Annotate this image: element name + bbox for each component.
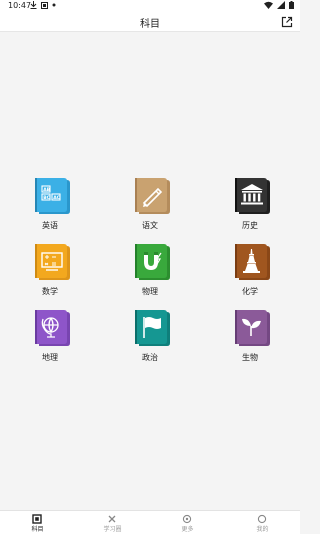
share-icon (281, 16, 293, 28)
subject-biology[interactable]: 生物 (220, 308, 280, 374)
download-icon (30, 1, 37, 9)
physics-book-icon (135, 244, 170, 280)
tab-label: 学习圈 (103, 526, 122, 533)
subject-label: 历史 (242, 221, 258, 230)
tab-label: 我的 (256, 526, 269, 533)
chemistry-book-icon (235, 244, 270, 280)
grid-icon (32, 514, 42, 524)
bottom-tab-bar: 科目 学习圈 更多 我的 (0, 510, 300, 534)
subject-grid: AB BC AC 英语 语文 历史 数学 物理 化学 地理 政治 生物 (0, 32, 300, 510)
tab-subjects[interactable]: 科目 (0, 511, 75, 534)
subject-english[interactable]: AB BC AC 英语 (20, 176, 80, 242)
svg-text:AB: AB (43, 187, 50, 193)
subject-label: 英语 (42, 221, 58, 230)
geography-book-icon (35, 310, 70, 346)
tab-more[interactable]: 更多 (150, 511, 225, 534)
subject-history[interactable]: 历史 (220, 176, 280, 242)
tab-mine[interactable]: 我的 (225, 511, 300, 534)
subject-physics[interactable]: 物理 (120, 242, 180, 308)
subject-label: 语文 (142, 221, 158, 230)
chinese-book-icon (135, 178, 170, 214)
tab-label: 更多 (181, 526, 194, 533)
politics-book-icon (135, 310, 170, 346)
subject-geography[interactable]: 地理 (20, 308, 80, 374)
more-icon (182, 514, 192, 524)
biology-book-icon (235, 310, 270, 346)
subject-chemistry[interactable]: 化学 (220, 242, 280, 308)
close-x-icon (108, 515, 116, 523)
subject-label: 生物 (242, 353, 258, 362)
header: 科目 (0, 12, 300, 32)
math-book-icon (35, 244, 70, 280)
notification-icons (30, 1, 56, 9)
tab-label: 科目 (31, 526, 44, 533)
wifi-icon (264, 1, 273, 9)
share-button[interactable] (280, 15, 294, 29)
subject-label: 地理 (42, 353, 58, 362)
page-title: 科目 (140, 19, 160, 30)
subject-label: 政治 (142, 353, 158, 362)
dot-icon (52, 3, 56, 7)
svg-text:BC: BC (43, 195, 50, 201)
system-icons (264, 1, 294, 9)
subject-politics[interactable]: 政治 (120, 308, 180, 374)
app-notification-icon (41, 1, 48, 9)
status-bar: 10:47 (0, 0, 300, 12)
subject-label: 数学 (42, 287, 58, 296)
subject-label: 物理 (142, 287, 158, 296)
tab-study-circle[interactable]: 学习圈 (75, 511, 150, 534)
signal-icon (277, 1, 285, 9)
subject-label: 化学 (242, 287, 258, 296)
svg-text:AC: AC (53, 195, 60, 201)
subject-math[interactable]: 数学 (20, 242, 80, 308)
status-time: 10:47 (8, 1, 32, 10)
history-book-icon (235, 178, 270, 214)
battery-icon (289, 1, 294, 9)
english-book-icon: AB BC AC (35, 178, 70, 214)
profile-icon (257, 514, 267, 524)
subject-chinese[interactable]: 语文 (120, 176, 180, 242)
